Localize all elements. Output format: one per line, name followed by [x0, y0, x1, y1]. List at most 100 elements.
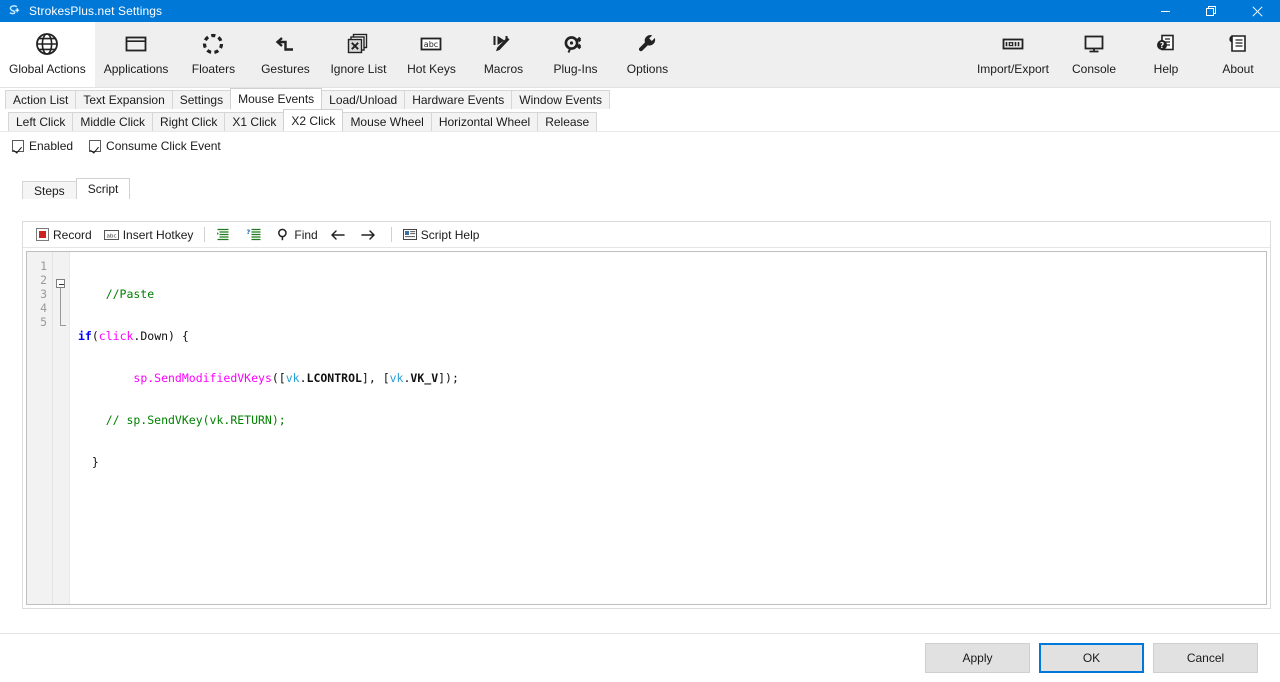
tab-script[interactable]: Script	[75, 178, 131, 199]
script-help-label: Script Help	[420, 227, 480, 242]
ribbon-label: Gestures	[261, 62, 310, 76]
code-line-1: //Paste	[78, 287, 1266, 301]
apply-button[interactable]: Apply	[925, 643, 1030, 673]
code-token-comment: //Paste	[78, 287, 155, 301]
svg-text:abc: abc	[424, 40, 438, 49]
script-editor[interactable]: 1 2 3 4 5 //Paste if(click.Down) {sp.Se…	[26, 251, 1267, 605]
code-token-function: sp.SendModifiedVKeys	[133, 371, 272, 385]
tab-steps[interactable]: Steps	[22, 181, 77, 199]
ribbon-label: Help	[1153, 62, 1179, 76]
enabled-checkbox[interactable]: Enabled	[12, 139, 73, 153]
tab-mouse-wheel[interactable]: Mouse Wheel	[342, 112, 432, 131]
gesture-arrow-icon	[271, 28, 299, 60]
svg-text:?: ?	[1160, 41, 1164, 50]
code-line-4: // sp.SendVKey(vk.RETURN);	[78, 413, 1266, 427]
tab-hardware-events[interactable]: Hardware Events	[404, 90, 513, 109]
search-icon	[277, 228, 290, 241]
tab-x1-click[interactable]: X1 Click	[224, 112, 285, 131]
navigate-back-button[interactable]	[324, 224, 355, 245]
abc-key-icon: abc	[416, 28, 446, 60]
record-button[interactable]: Record	[30, 224, 98, 245]
editor-surface[interactable]: 1 2 3 4 5 //Paste if(click.Down) {sp.Se…	[27, 252, 1266, 604]
option-checkbox-row: Enabled Consume Click Event	[9, 132, 1271, 160]
about-list-icon	[1224, 28, 1252, 60]
code-token-brace: }	[78, 455, 99, 469]
import-export-icon	[998, 28, 1028, 60]
ribbon-label: Macros	[483, 62, 524, 76]
help-doc-icon: ?	[1152, 28, 1180, 60]
ribbon-macros[interactable]: Macros	[467, 22, 539, 87]
script-help-button[interactable]: Script Help	[397, 224, 486, 245]
svg-text:abc: abc	[106, 233, 116, 239]
ribbon-hot-keys[interactable]: abc Hot Keys	[395, 22, 467, 87]
line-number-gutter: 1 2 3 4 5	[27, 252, 53, 604]
tab-horizontal-wheel[interactable]: Horizontal Wheel	[430, 112, 539, 131]
settings-window: StrokesPlus.net Settings Global Actions …	[0, 0, 1280, 682]
content-panel: Enabled Consume Click Event Steps Script	[0, 131, 1280, 633]
find-button[interactable]: Find	[271, 224, 323, 245]
ribbon-import-export[interactable]: Import/Export	[968, 22, 1058, 87]
hotkey-icon: abc	[103, 229, 119, 241]
ribbon-label: Ignore List	[330, 62, 387, 76]
code-folding-column[interactable]	[53, 252, 70, 604]
ribbon-floaters[interactable]: Floaters	[177, 22, 249, 87]
ribbon-gestures[interactable]: Gestures	[249, 22, 321, 87]
arrow-right-icon	[360, 229, 376, 241]
code-line-2: if(click.Down) {	[78, 329, 189, 343]
script-help-icon	[402, 228, 417, 241]
ribbon-global-actions[interactable]: Global Actions	[0, 22, 95, 87]
line-number: 2	[40, 273, 47, 287]
ribbon-console[interactable]: Console	[1058, 22, 1130, 87]
navigate-forward-button[interactable]	[355, 224, 386, 245]
window-icon	[122, 28, 150, 60]
tab-release[interactable]: Release	[537, 112, 598, 131]
tab-window-events[interactable]: Window Events	[511, 90, 610, 109]
panel-inner: Enabled Consume Click Event Steps Script	[9, 132, 1271, 633]
ribbon-help[interactable]: ? Help	[1130, 22, 1202, 87]
ribbon-right-group: Import/Export Console ? Help About	[968, 22, 1280, 87]
cancel-button[interactable]: Cancel	[1153, 643, 1258, 673]
tab-settings[interactable]: Settings	[171, 90, 232, 109]
tab-right-click[interactable]: Right Click	[152, 112, 226, 131]
comment-lines-button[interactable]: ?	[240, 224, 271, 245]
tab-text-expansion[interactable]: Text Expansion	[75, 90, 173, 109]
ribbon-applications[interactable]: Applications	[95, 22, 178, 87]
title-bar: StrokesPlus.net Settings	[0, 0, 1280, 22]
ribbon-plug-ins[interactable]: Plug-Ins	[539, 22, 611, 87]
format-indent-button[interactable]	[210, 224, 240, 245]
ribbon-label: Plug-Ins	[553, 62, 598, 76]
record-icon	[36, 228, 49, 241]
window-title: StrokesPlus.net Settings	[29, 4, 163, 18]
ribbon-left-group: Global Actions Applications Floaters Ges…	[0, 22, 683, 87]
arrow-left-icon	[330, 229, 345, 241]
macro-play-icon	[489, 28, 517, 60]
tab-load-unload[interactable]: Load/Unload	[321, 90, 406, 109]
consume-click-event-checkbox[interactable]: Consume Click Event	[89, 139, 221, 153]
ribbon-label: Import/Export	[976, 62, 1049, 76]
format-indent-icon	[216, 228, 230, 241]
ribbon-about[interactable]: About	[1202, 22, 1274, 87]
tab-action-list[interactable]: Action List	[5, 90, 77, 109]
ribbon-ignore-list[interactable]: Ignore List	[321, 22, 395, 87]
insert-hotkey-button[interactable]: abc Insert Hotkey	[98, 224, 200, 245]
code-content[interactable]: //Paste if(click.Down) { sp.SendModified…	[70, 252, 1266, 604]
ribbon-options[interactable]: Options	[611, 22, 683, 87]
fold-collapse-icon[interactable]	[56, 279, 65, 288]
window-controls	[1142, 0, 1280, 22]
close-icon[interactable]	[1234, 0, 1280, 22]
enabled-label: Enabled	[29, 139, 74, 153]
code-line-5: }	[78, 455, 1266, 469]
secondary-tab-strip: Left Click Middle Click Right Click X1 C…	[0, 109, 1280, 131]
tab-mouse-events[interactable]: Mouse Events	[230, 88, 323, 109]
ok-button[interactable]: OK	[1039, 643, 1144, 673]
checkbox-box	[89, 140, 102, 152]
tab-middle-click[interactable]: Middle Click	[72, 112, 154, 131]
line-number: 4	[40, 301, 47, 315]
restore-icon[interactable]	[1188, 0, 1234, 22]
line-number: 3	[40, 287, 47, 301]
tab-x2-click[interactable]: X2 Click	[283, 109, 344, 131]
minimize-icon[interactable]	[1142, 0, 1188, 22]
tab-left-click[interactable]: Left Click	[8, 112, 74, 131]
code-line-3: sp.SendModifiedVKeys([vk.LCONTROL], [vk.…	[133, 371, 459, 385]
find-label: Find	[294, 227, 318, 242]
